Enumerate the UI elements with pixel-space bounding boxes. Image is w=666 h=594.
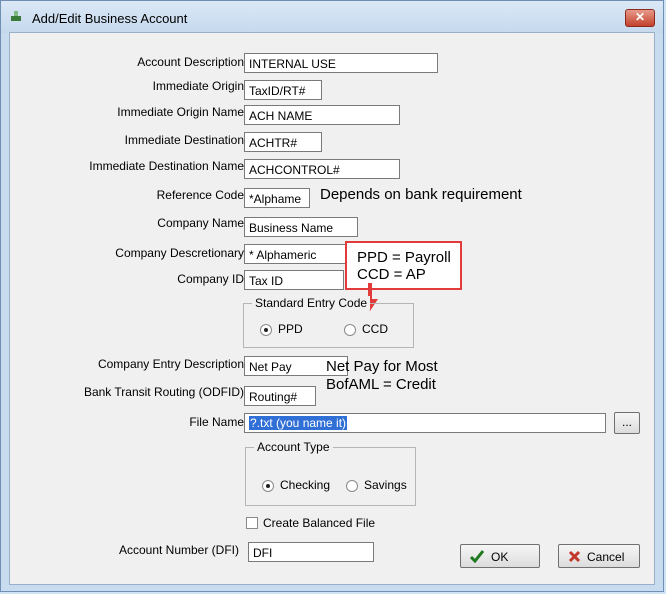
close-button[interactable]: ✕ xyxy=(625,9,655,27)
annotation-ppd: PPD = Payroll xyxy=(357,249,451,266)
checking-radio[interactable] xyxy=(262,480,274,492)
file-name-field[interactable]: ?.txt (you name it) xyxy=(244,413,606,433)
company-id-label: Company ID xyxy=(177,272,244,286)
account-number-label: Account Number (DFI) xyxy=(118,543,239,557)
window-title: Add/Edit Business Account xyxy=(32,11,188,26)
company-discretionary-label: Company Descretionary xyxy=(115,246,244,260)
standard-entry-code-group: Standard Entry Code PPD CCD xyxy=(243,296,414,348)
x-icon xyxy=(568,550,581,563)
account-description-field[interactable]: INTERNAL USE xyxy=(244,53,438,73)
savings-radio[interactable] xyxy=(346,480,358,492)
ppd-radio-label[interactable]: PPD xyxy=(278,322,303,336)
ccd-radio[interactable] xyxy=(344,324,356,336)
entry-note-line2: BofAML = Credit xyxy=(326,376,436,393)
account-type-group: Account Type Checking Savings xyxy=(245,440,416,506)
reference-code-label: Reference Code xyxy=(156,188,244,202)
company-name-label: Company Name xyxy=(157,216,244,230)
standard-entry-code-title: Standard Entry Code xyxy=(252,296,371,310)
immediate-origin-name-field[interactable]: ACH NAME xyxy=(244,105,400,125)
title-bar[interactable]: Add/Edit Business Account ✕ xyxy=(1,1,663,33)
browse-button[interactable]: ... xyxy=(614,412,640,434)
company-name-field[interactable]: Business Name xyxy=(244,217,358,237)
immediate-origin-label: Immediate Origin xyxy=(152,79,244,93)
account-type-title: Account Type xyxy=(254,440,333,454)
immediate-destination-name-label: Immediate Destination Name xyxy=(89,159,244,173)
ok-button[interactable]: OK xyxy=(460,544,540,568)
reference-code-field[interactable]: *Alphame xyxy=(244,188,310,208)
immediate-origin-name-label: Immediate Origin Name xyxy=(117,105,244,119)
immediate-destination-name-field[interactable]: ACHCONTROL# xyxy=(244,159,400,179)
account-number-field[interactable]: DFI xyxy=(248,542,374,562)
immediate-origin-field[interactable]: TaxID/RT# xyxy=(244,80,322,100)
create-balanced-file-checkbox[interactable] xyxy=(246,517,258,529)
checking-radio-label[interactable]: Checking xyxy=(280,478,330,492)
ccd-radio-label[interactable]: CCD xyxy=(362,322,388,336)
company-discretionary-field[interactable]: * Alphameric xyxy=(244,244,354,264)
company-entry-description-label: Company Entry Description xyxy=(97,357,244,371)
entry-note-line1: Net Pay for Most xyxy=(326,358,438,375)
app-icon xyxy=(11,11,21,21)
savings-radio-label[interactable]: Savings xyxy=(364,478,407,492)
company-id-field[interactable]: Tax ID xyxy=(244,270,344,290)
file-name-value: ?.txt (you name it) xyxy=(249,416,348,430)
dialog-body: Account Description INTERNAL USE Immedia… xyxy=(9,32,655,585)
account-description-label: Account Description xyxy=(137,55,244,69)
cancel-button[interactable]: Cancel xyxy=(558,544,640,568)
file-name-label: File Name xyxy=(189,415,244,429)
checkmark-icon xyxy=(470,550,484,563)
create-balanced-file-label[interactable]: Create Balanced File xyxy=(263,516,375,530)
bank-transit-routing-field[interactable]: Routing# xyxy=(244,386,316,406)
annotation-ccd: CCD = AP xyxy=(357,266,426,283)
immediate-destination-field[interactable]: ACHTR# xyxy=(244,132,322,152)
ppd-radio[interactable] xyxy=(260,324,272,336)
reference-code-note: Depends on bank requirement xyxy=(320,186,522,203)
dialog-window: Add/Edit Business Account ✕ Account Desc… xyxy=(0,0,664,592)
bank-transit-routing-label: Bank Transit Routing (ODFID) xyxy=(83,385,244,399)
immediate-destination-label: Immediate Destination xyxy=(124,133,244,147)
